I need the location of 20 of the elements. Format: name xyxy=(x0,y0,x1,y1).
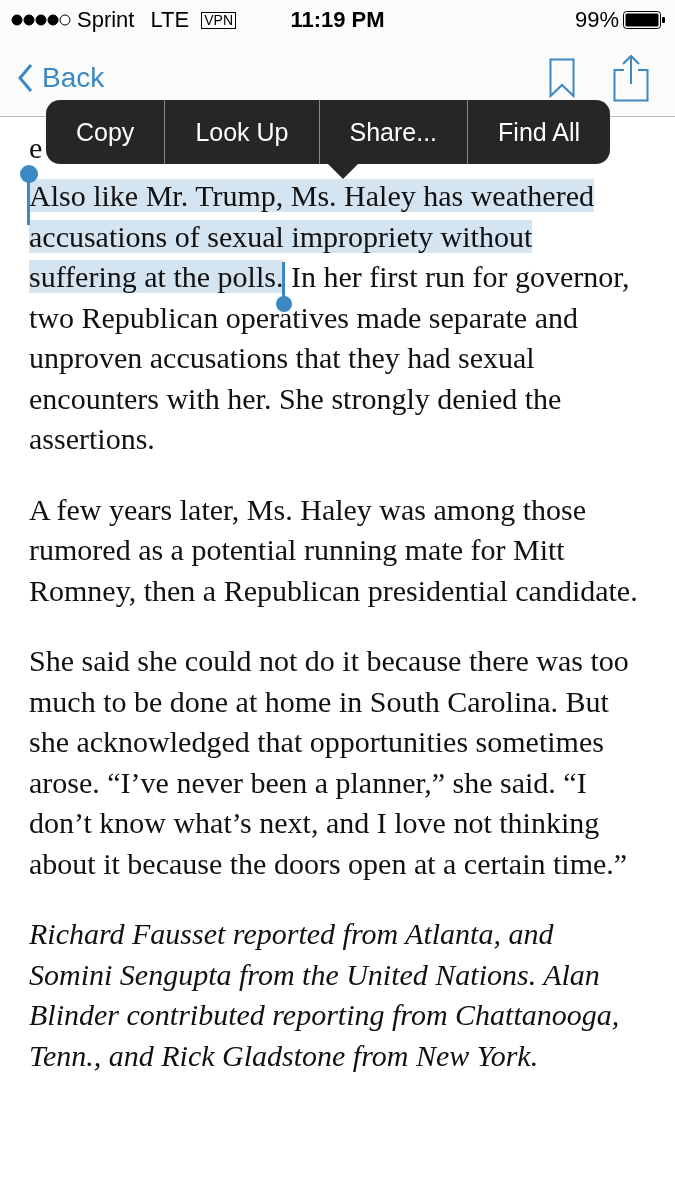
menu-item[interactable]: Share... xyxy=(318,100,468,164)
paragraph-text: A few years later, Ms. Haley was among those rumored as a potential running mate for Mitt Romney, then a Republican presidential candidate. xyxy=(29,491,639,609)
menu-item[interactable]: Copy xyxy=(46,100,165,164)
back-button[interactable]: Back xyxy=(17,62,105,94)
battery-percentage: 99% xyxy=(574,7,619,33)
chevron-icon xyxy=(17,63,33,93)
article-text: e xyxy=(29,131,43,164)
vpn-indicator: VPN xyxy=(201,11,236,29)
network-type: LTE xyxy=(150,7,190,33)
signal-icon xyxy=(11,12,71,28)
carrier-name: Sprint xyxy=(77,7,135,33)
bookmark-icon[interactable] xyxy=(549,58,575,98)
menu-item[interactable]: Find All xyxy=(467,100,611,164)
battery-icon xyxy=(623,11,665,29)
byline-text: Richard Fausset reported from Atlanta, and Somini Sengupta from the United Nations. Alan Blinder contributed reporting from Chattanooga, Tenn., and Rick Gladstone from New York. xyxy=(29,916,621,1074)
paragraph-text: Also like Mr. Trump, Ms. Haley has weathered accusations of sexual impropriety without suffering at the polls. In her first run for governor, two Republican operatives made separate and unproven accusations that they had sexual encounters with her. She strongly denied the assertions. xyxy=(29,178,631,457)
menu-item[interactable]: Look Up xyxy=(164,100,319,164)
share-icon[interactable] xyxy=(613,54,649,102)
clock-time: 11:19 PM xyxy=(290,7,385,32)
paragraph-text: She said she could not do it because there was too much to be done at home in South Carolina. But she acknowledged that opportunities sometimes arose. “I’ve never been a planner,” she said. “I don’t know what’s next, and I love not thinking about it because the doors open at a certain time.” xyxy=(29,643,630,882)
